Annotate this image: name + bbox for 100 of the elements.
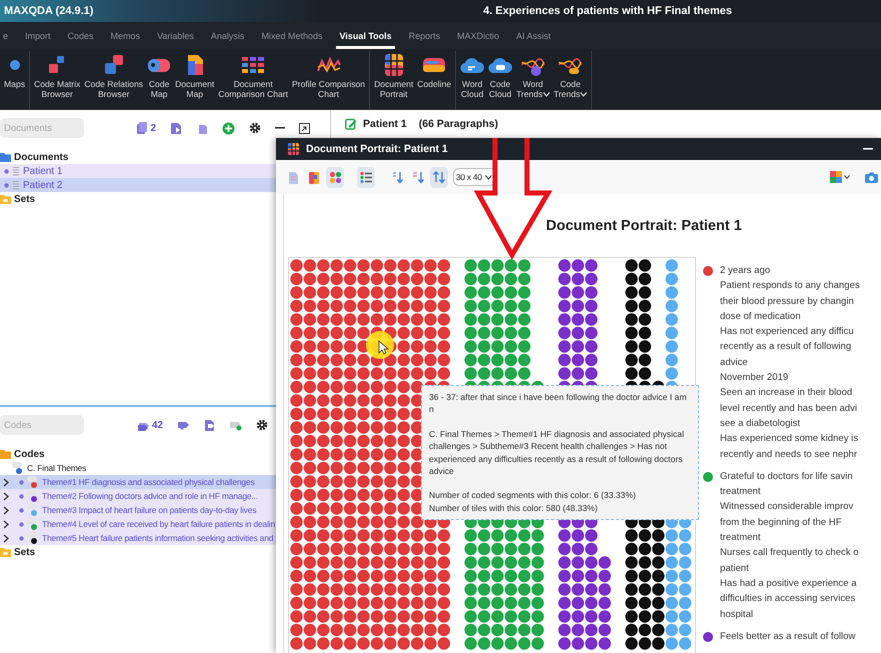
code-row[interactable]: Theme#4 Level of care received by heart failure patients in dealin <box>0 517 276 531</box>
ribbon-button[interactable]: Word Trends <box>515 51 551 109</box>
activation-dot-icon[interactable] <box>4 182 9 188</box>
dots-icon <box>328 170 342 184</box>
folder-name: Codes <box>14 448 45 460</box>
portrait-icon <box>288 143 299 155</box>
folder-icon <box>0 151 11 163</box>
sort-icon <box>432 170 446 184</box>
ribbon-button[interactable]: Code Trends <box>552 51 588 109</box>
document-name: Patient 1 <box>23 166 62 176</box>
activation-dot-icon[interactable] <box>19 480 24 484</box>
legend-text: recently and needs to see nephr <box>720 448 858 462</box>
edit-icon <box>345 118 357 130</box>
count-label: 42 <box>152 420 163 430</box>
code-row[interactable]: Theme#5 Heart failure patients information seeking activities and <box>0 531 276 545</box>
activation-dot-icon[interactable] <box>19 494 24 498</box>
code-name: Theme#1 HF diagnosis and associated physical challenges <box>42 477 254 487</box>
activation-dot-icon[interactable] <box>4 168 9 174</box>
expand-icon[interactable] <box>2 478 9 486</box>
legend-text: treatment <box>720 485 762 500</box>
menu-tab[interactable]: Analysis <box>208 22 248 49</box>
ribbon-button[interactable]: Maps <box>3 51 26 109</box>
settings-icon[interactable] <box>256 419 268 431</box>
tiles-count-text: Number of tiles with this color: 580 (48.33%) <box>429 502 599 514</box>
document-arrow-icon[interactable] <box>170 122 182 134</box>
document-icon <box>286 170 300 184</box>
menu-tab[interactable]: Memos <box>108 22 144 49</box>
ribbon-button[interactable]: Code Map <box>146 51 172 109</box>
legend-text: hospital <box>720 608 754 622</box>
ribbon-button[interactable]: Word Cloud <box>459 51 486 109</box>
tag-add-icon[interactable] <box>229 420 242 430</box>
legend-text: recently as a result of following <box>720 340 852 354</box>
dot-icon <box>8 59 20 71</box>
ribbon-button[interactable]: Code Cloud <box>487 51 514 109</box>
caret-icon <box>484 174 492 180</box>
documents-icon[interactable] <box>136 122 148 134</box>
document-row[interactable]: Patient 2 <box>0 178 276 192</box>
menu-tab[interactable]: Reports <box>406 22 444 49</box>
document-row[interactable]: Patient 1 <box>0 164 276 178</box>
sort-icon <box>390 170 404 184</box>
folder-name: Documents <box>14 152 68 162</box>
minimize-icon[interactable] <box>275 127 285 129</box>
legend-text: Has not experienced any difficu <box>720 325 855 340</box>
legend-text: Has had a positive experience a <box>720 576 858 591</box>
ribbon-button[interactable]: Code Relations Browser <box>83 51 144 109</box>
menu-tab[interactable]: Codes <box>64 22 97 49</box>
portrait-heading: Document Portrait: Patient 1 <box>546 218 742 234</box>
segments-count-text: Number of coded segments with this color: 6 (33.33%) <box>429 489 637 502</box>
legend-text: advice <box>720 356 749 370</box>
toolbar-button[interactable] <box>357 166 375 188</box>
ribbon-button[interactable]: Document Map <box>174 51 216 109</box>
expand-icon[interactable] <box>2 534 9 542</box>
sort-icon <box>412 170 424 184</box>
activation-dot-icon[interactable] <box>19 508 24 512</box>
toolbar-button[interactable] <box>326 166 344 188</box>
ribbon-button[interactable]: Codeline <box>416 51 452 109</box>
camera-icon[interactable] <box>865 172 878 182</box>
ribbon-button[interactable]: Profile Comparison Chart <box>291 51 366 109</box>
expand-icon[interactable] <box>2 520 9 528</box>
ribbon-button[interactable]: Document Portrait <box>373 51 414 109</box>
add-icon[interactable] <box>222 122 235 134</box>
menu-tab[interactable]: e <box>0 22 12 49</box>
code-row[interactable]: Theme#3 Impact of heart failure on patients day-to-day lives <box>0 503 276 517</box>
caret-icon <box>844 175 850 179</box>
document-icon <box>12 180 20 190</box>
menu-tab[interactable]: AI Assist <box>513 22 554 49</box>
menu-tab[interactable]: Import <box>22 22 54 49</box>
code-row[interactable]: Theme#2 Following doctors advice and role in HF manage... <box>0 489 276 503</box>
document-tag-icon[interactable] <box>204 418 215 432</box>
search-field[interactable]: Documents <box>0 118 84 138</box>
activation-dot-icon[interactable] <box>19 536 24 540</box>
menu-tab[interactable]: Mixed Methods <box>258 22 326 49</box>
code-name: Theme#5 Heart failure patients information seeking activities and <box>42 533 274 543</box>
toolbar-button[interactable] <box>430 166 448 188</box>
legend-text: Feels better as a result of follow <box>720 630 856 644</box>
legend-text: November 2019 <box>720 371 790 386</box>
activation-dot-icon[interactable] <box>19 522 24 526</box>
legend-text: Patient responds to any changes <box>720 279 860 294</box>
menu-tab[interactable]: Variables <box>154 22 197 49</box>
paragraph-count: (66 Paragraphs) <box>418 118 498 130</box>
popout-icon[interactable] <box>299 122 310 134</box>
legend-text: 2 years ago <box>720 264 772 278</box>
menu-tab[interactable]: MAXDictio <box>454 22 502 49</box>
legend-text: treatment <box>720 531 762 546</box>
set-folder-icon <box>0 546 11 558</box>
ribbon-button[interactable]: Document Comparison Chart <box>217 51 290 109</box>
segment-text: 36 - 37: after that since i have been following the doctor advice I am n <box>429 391 688 416</box>
tag-filter-icon[interactable] <box>177 420 190 430</box>
code-row[interactable]: Theme#1 HF diagnosis and associated physical challenges <box>0 475 276 489</box>
color-grid-icon <box>830 171 842 183</box>
settings-icon[interactable] <box>249 122 261 134</box>
expand-icon[interactable] <box>2 506 9 514</box>
expand-icon[interactable] <box>2 492 9 500</box>
search-field[interactable]: Codes <box>0 415 84 435</box>
minimize-icon <box>863 148 873 150</box>
legend-text: Has experienced some kidney is <box>720 432 860 446</box>
legend-text: see a diabetologist <box>720 416 802 431</box>
document-icon <box>12 166 20 176</box>
legend-text: from the beginning of the HF <box>720 516 843 530</box>
ribbon-button[interactable]: Code Matrix Browser <box>33 51 82 109</box>
